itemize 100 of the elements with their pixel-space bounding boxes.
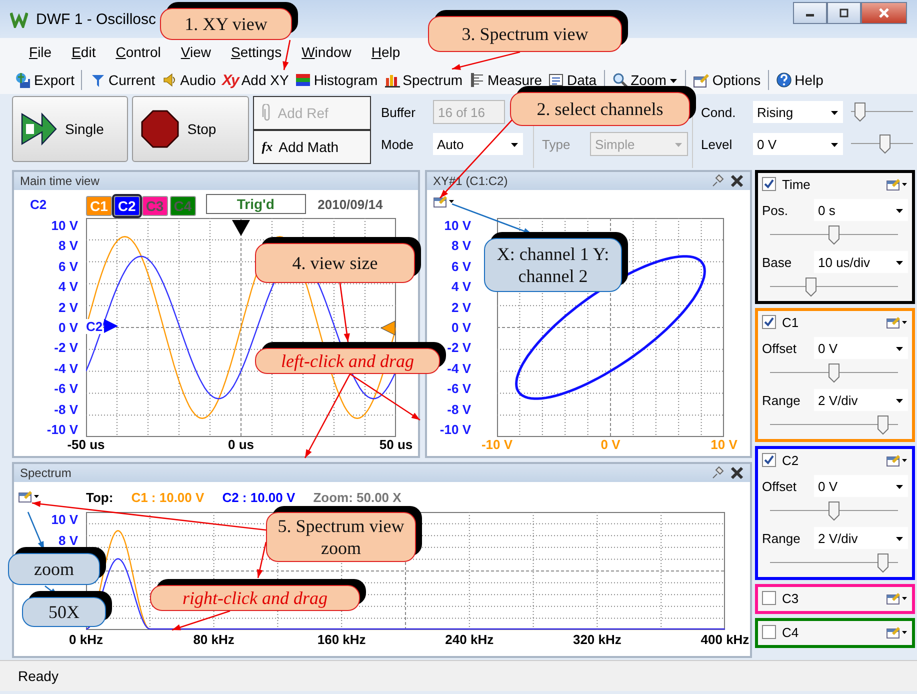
value-dropdown[interactable]: 10 us/div <box>814 251 908 273</box>
slider-thumb[interactable] <box>828 501 840 521</box>
toolbar-button[interactable]: Help <box>772 70 826 90</box>
toolbar-button[interactable]: Xy Add XY <box>218 70 292 90</box>
help-icon <box>776 72 792 88</box>
menu-item[interactable]: View <box>172 44 220 60</box>
menu-item[interactable]: Settings <box>222 44 291 60</box>
value-dropdown[interactable]: 0 s <box>814 199 908 221</box>
trigger-dropdown[interactable]: 0 V <box>753 133 843 155</box>
axis-label: -4 V <box>447 360 471 376</box>
axis-label: 240 kHz <box>444 632 495 649</box>
slider-thumb[interactable] <box>804 277 817 297</box>
checkbox[interactable] <box>762 453 776 467</box>
axis-label: 0 V <box>58 320 78 335</box>
toolbar-button[interactable]: Histogram <box>292 70 381 90</box>
settings-dropdown-icon[interactable] <box>433 194 455 208</box>
minimize-button[interactable] <box>793 2 827 24</box>
settings-dropdown-icon[interactable] <box>886 625 908 639</box>
axis-label: 50 us <box>378 437 414 454</box>
value-dropdown[interactable]: 2 V/div <box>814 527 908 549</box>
pin-icon[interactable] <box>710 466 724 480</box>
trigger-position-icon[interactable] <box>231 219 251 237</box>
field-label: Type <box>542 136 572 152</box>
field-label: Range <box>762 392 802 408</box>
close-icon[interactable] <box>730 174 744 188</box>
slider-thumb[interactable] <box>876 415 889 435</box>
pin-icon[interactable] <box>710 174 724 188</box>
axis-label: -6 V <box>447 381 471 396</box>
slider-thumb[interactable] <box>876 553 889 573</box>
value-dropdown[interactable]: 0 V <box>814 337 908 359</box>
settings-dropdown-icon[interactable] <box>886 591 908 605</box>
toolbar-button[interactable]: Options <box>690 70 769 90</box>
maximize-icon[interactable] <box>839 8 849 18</box>
settings-icon <box>693 72 710 88</box>
axis-label: 10 V <box>51 218 78 233</box>
checkbox[interactable] <box>762 625 776 639</box>
channel-tab[interactable]: C2 <box>114 196 140 216</box>
offset-marker-icon[interactable] <box>102 318 119 334</box>
field-label: Pos. <box>762 202 790 218</box>
paperclip-icon <box>262 104 272 122</box>
group-label: C4 <box>782 624 799 640</box>
axis-label: -50 us <box>66 437 106 454</box>
value-dropdown[interactable]: 2 V/div <box>814 389 908 411</box>
axis-label: -10 V <box>440 422 471 437</box>
group-label: Time <box>782 176 810 192</box>
axis-label: 10 V <box>51 512 78 527</box>
xy-icon: Xy <box>222 72 238 88</box>
speaker-icon <box>161 72 178 88</box>
toolbar-button[interactable]: Spectrum <box>380 70 466 90</box>
axis-label: 10 V <box>710 437 738 454</box>
toolbar-button[interactable]: Audio <box>158 70 219 90</box>
stop-button[interactable]: Stop <box>132 96 249 162</box>
field-label: Offset <box>762 478 798 494</box>
readout-label: Top: <box>86 490 114 504</box>
single-button[interactable]: Single <box>12 96 128 162</box>
slider-thumb[interactable] <box>854 102 866 122</box>
close-button[interactable] <box>861 2 907 24</box>
axis-label: -6 V <box>54 381 78 396</box>
panel-title: Spectrum <box>20 466 72 480</box>
toolbar-button[interactable]: Measure <box>466 70 545 90</box>
axis-label: 400 kHz <box>700 632 750 649</box>
settings-dropdown-icon[interactable] <box>886 177 908 191</box>
trigger-dropdown[interactable]: Rising <box>753 101 843 123</box>
settings-dropdown-icon[interactable] <box>886 315 908 329</box>
trigger-status: Trig'd <box>206 194 306 214</box>
axis-label: -10 V <box>46 422 78 437</box>
field-label: Level <box>701 136 734 152</box>
axis-label: -8 V <box>54 402 78 417</box>
ruler-icon <box>468 72 485 88</box>
slider-thumb[interactable] <box>828 363 840 383</box>
menu-item[interactable]: Help <box>362 44 410 60</box>
field-label: Range <box>762 530 802 546</box>
axis-label: -8 V <box>447 402 471 417</box>
checkbox[interactable] <box>762 591 776 605</box>
slider-thumb[interactable] <box>878 134 890 154</box>
maximize-button[interactable] <box>827 2 861 24</box>
menu-item[interactable]: Edit <box>62 44 105 60</box>
mode-dropdown[interactable]: Auto <box>433 133 523 155</box>
slider-thumb[interactable] <box>828 225 840 245</box>
document-icon <box>548 72 564 88</box>
add-math-button[interactable]: fx Add Math <box>252 130 371 164</box>
checkbox[interactable] <box>762 177 776 191</box>
zoom-readout: Zoom: 50.00 X <box>313 490 402 504</box>
color-bars-icon <box>294 72 311 88</box>
axis-label: 0 kHz <box>68 632 104 649</box>
settings-dropdown-icon[interactable] <box>886 453 908 467</box>
axis-label: 4 V <box>58 279 78 294</box>
close-icon[interactable] <box>730 466 744 480</box>
menu-item[interactable]: Control <box>106 44 170 60</box>
toolbar-button[interactable]: Export <box>12 70 82 90</box>
toolbar-button[interactable]: Current <box>86 70 158 90</box>
value-dropdown[interactable]: 0 V <box>814 475 908 497</box>
callout-arrow <box>172 610 230 631</box>
bar-chart-icon <box>384 72 400 88</box>
trigger-level-icon[interactable] <box>380 320 396 336</box>
settings-dropdown-icon[interactable] <box>18 488 40 502</box>
axis-label: 0 us <box>226 437 255 454</box>
menu-item[interactable]: Window <box>292 44 360 60</box>
menu-item[interactable]: File <box>20 44 61 60</box>
checkbox[interactable] <box>762 315 776 329</box>
